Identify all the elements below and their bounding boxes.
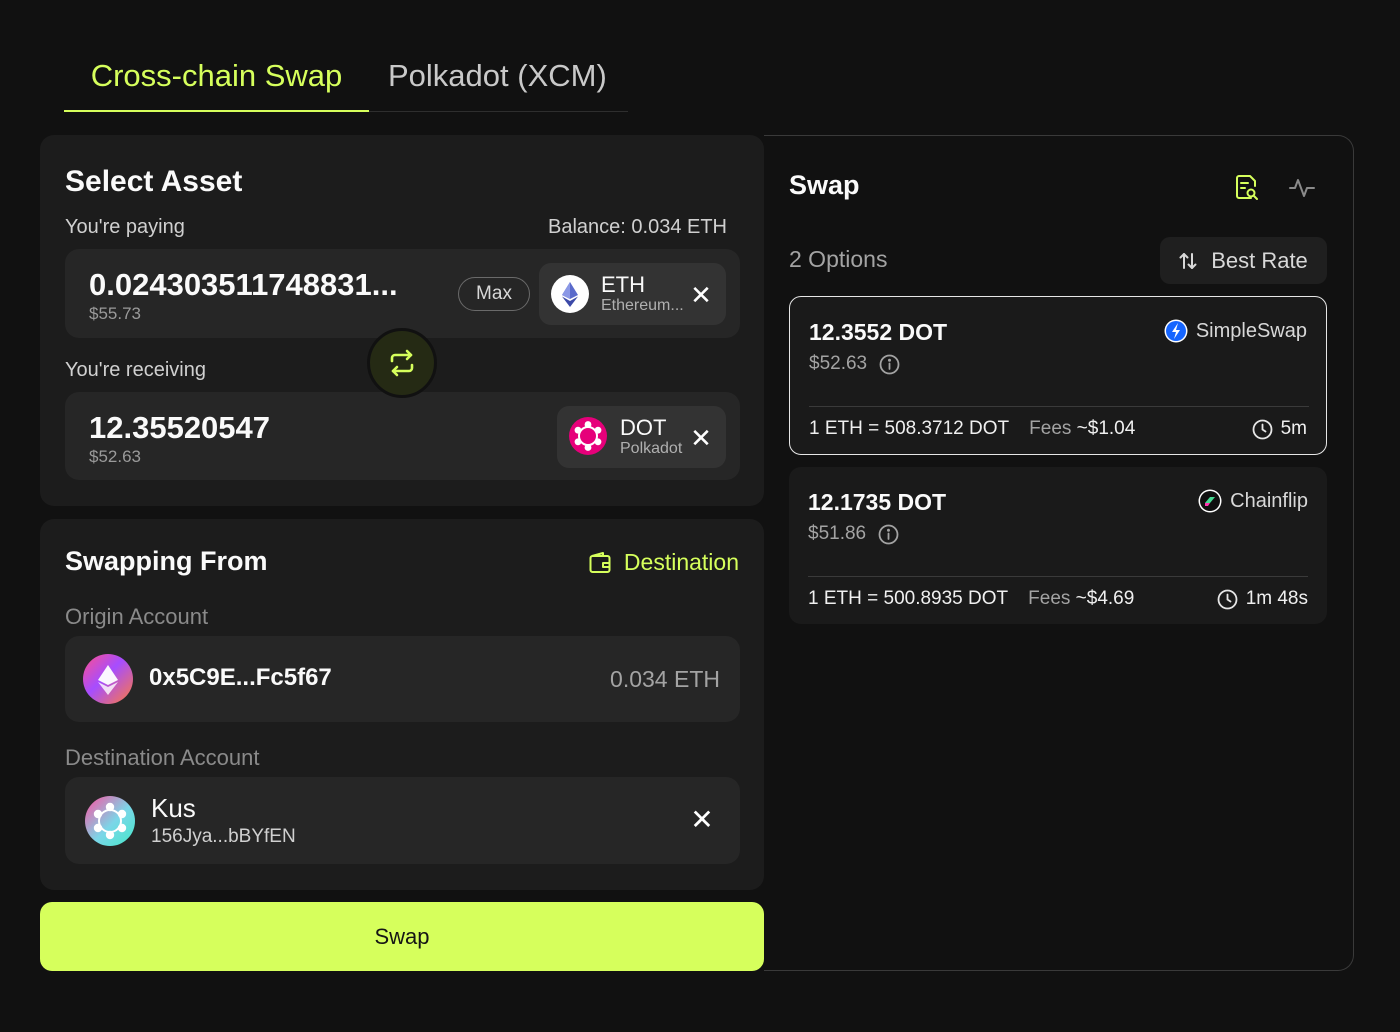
swapping-from-title: Swapping From [65,546,268,576]
option-divider [809,406,1309,407]
option-time-row: 5m [1252,418,1307,440]
swap-arrows-icon [390,349,414,377]
receiving-usd-value: $52.63 [89,447,141,466]
paying-asset-close-icon[interactable]: ✕ [688,282,714,308]
paying-asset-selector[interactable]: ETH Ethereum... ✕ [539,263,726,325]
option-usd: $51.86 [808,523,867,544]
tab-bar: Cross-chain Swap Polkadot (XCM) [64,40,628,112]
swap-button[interactable]: Swap [40,902,764,971]
receiving-amount: 12.35520547 [89,410,271,445]
select-asset-title: Select Asset [65,165,243,198]
options-count: 2 Options [789,246,888,272]
option-usd-row: $52.63 [809,353,900,375]
option-usd: $52.63 [809,353,868,374]
option-fees-value: ~$1.04 [1076,418,1136,439]
polkadot-icon [569,417,607,455]
option-time: 1m 48s [1245,588,1308,609]
origin-account-field[interactable]: 0x5C9E...Fc5f67 0.034 ETH [65,636,740,722]
info-icon[interactable] [878,524,899,545]
paying-field[interactable]: 0.024303511748831... $55.73 Max ETH Ethe… [65,249,740,338]
option-provider: SimpleSwap [1195,319,1307,342]
option-time-row: 1m 48s [1217,588,1308,610]
max-button[interactable]: Max [458,277,530,311]
destination-link-label: Destination [623,549,739,575]
option-amount: 12.1735 DOT [808,489,947,515]
option-provider-row: SimpleSwap [1164,319,1307,343]
balance-text: Balance: 0.034 ETH [548,216,727,238]
ethereum-icon [551,275,589,313]
origin-account-address: 0x5C9E...Fc5f67 [149,664,332,691]
polkadot-icon [93,802,127,840]
chainflip-icon [1198,489,1222,513]
option-rate: 1 ETH = 508.3712 DOT [809,418,1010,439]
receiving-asset-selector[interactable]: DOT Polkadot ✕ [557,406,726,468]
swap-option-card-chainflip[interactable]: 12.1735 DOT $51.86 Chainflip 1 ETH = 500… [789,467,1327,624]
option-amount: 12.3552 DOT [809,319,948,345]
option-fees-label: Fees [1029,418,1072,439]
swapping-from-panel: Swapping From Destination Origin Account… [40,519,764,890]
tab-cross-chain-swap[interactable]: Cross-chain Swap [64,40,369,112]
sort-arrows-icon [1179,252,1197,269]
swap-option-card-simpleswap[interactable]: 12.3552 DOT $52.63 SimpleSwap 1 ETH = 50… [789,296,1327,455]
sort-best-rate-button[interactable]: Best Rate [1160,237,1327,284]
option-time: 5m [1280,418,1307,439]
destination-account-field[interactable]: Kus 156Jya...bBYfEN ✕ [65,777,740,864]
option-usd-row: $51.86 [808,523,899,545]
option-provider-row: Chainflip [1198,489,1308,513]
swap-panel-title: Swap [789,170,860,200]
wallet-icon [589,551,611,573]
destination-account-name: Kus [151,793,196,823]
receiving-asset-symbol: DOT [620,415,667,440]
ethereum-icon [98,665,118,695]
option-rate-row: 1 ETH = 500.8935 DOT Fees ~$4.69 [808,588,1134,610]
option-fees-value: ~$4.69 [1075,588,1135,609]
option-provider: Chainflip [1230,489,1308,512]
destination-account-avatar [85,796,135,846]
paying-usd-value: $55.73 [89,304,141,323]
paying-label: You're paying [65,216,185,238]
clock-icon [1217,589,1238,609]
sort-label: Best Rate [1211,247,1308,273]
swap-options-panel: Swap 2 Options Best Rate 12.3552 DOT $52… [764,135,1354,971]
destination-link[interactable]: Destination [588,549,739,576]
receiving-asset-close-icon[interactable]: ✕ [688,425,714,451]
origin-account-balance: 0.034 ETH [610,666,720,692]
report-search-icon[interactable] [1235,174,1259,207]
receiving-field: 12.35520547 $52.63 DOT Polkadot ✕ [65,392,740,480]
destination-clear-close-icon[interactable]: ✕ [689,806,715,834]
destination-account-address: 156Jya...bBYfEN [151,826,296,847]
receiving-asset-name: Polkadot [620,440,683,457]
receiving-label: You're receiving [65,359,206,381]
origin-account-label: Origin Account [65,604,209,629]
simpleswap-icon [1164,319,1188,343]
destination-account-label: Destination Account [65,745,260,770]
option-fees-label: Fees [1028,588,1071,609]
option-divider [808,576,1308,577]
clock-icon [1252,419,1272,439]
select-asset-panel: Select Asset You're paying Balance: 0.03… [40,135,764,506]
paying-asset-symbol: ETH [601,272,645,297]
activity-icon[interactable] [1289,176,1315,205]
paying-amount-input[interactable]: 0.024303511748831... [89,267,398,303]
info-icon[interactable] [879,354,900,375]
origin-account-avatar [83,654,133,704]
option-rate-row: 1 ETH = 508.3712 DOT Fees ~$1.04 [809,418,1135,440]
option-rate: 1 ETH = 500.8935 DOT [808,588,1009,609]
swap-direction-button[interactable] [367,328,437,398]
tab-polkadot-xcm[interactable]: Polkadot (XCM) [388,40,607,112]
paying-asset-name: Ethereum... [601,297,684,314]
